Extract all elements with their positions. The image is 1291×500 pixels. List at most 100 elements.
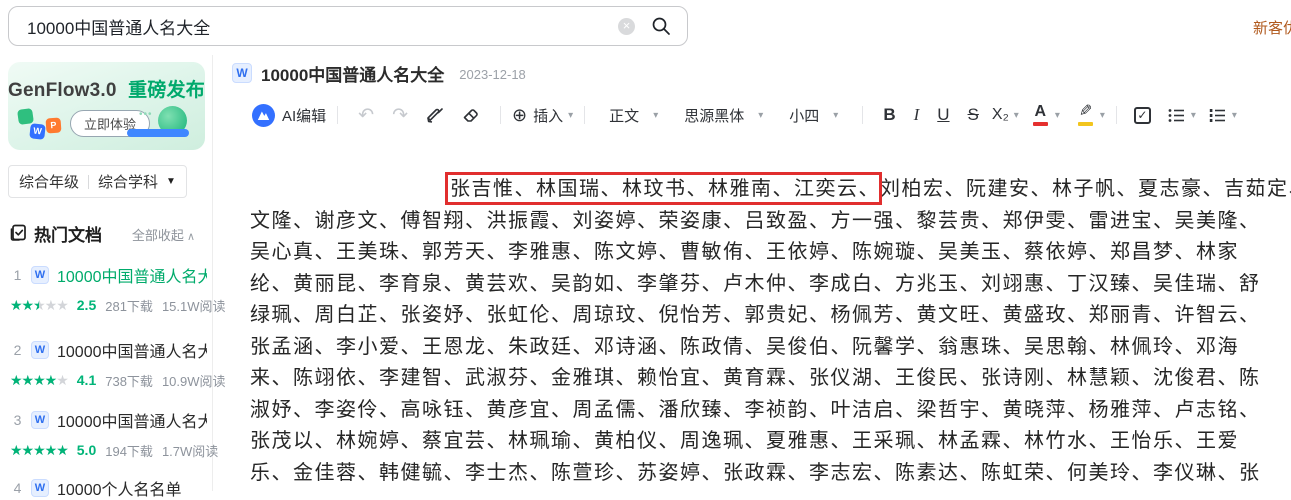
banner-highlight: 重磅发布 (128, 80, 205, 101)
underline-button[interactable]: U (937, 105, 949, 125)
banner-title: GenFlow3.0 重磅发布 (8, 75, 205, 102)
ppt-tile-icon: P (45, 117, 61, 133)
caret-down-icon: ▾ (1100, 110, 1105, 121)
doc-title-link[interactable]: 10000中国普通人名大… (57, 408, 207, 432)
banner-product-name: GenFlow3.0 (8, 80, 117, 101)
format-painter-icon[interactable] (425, 105, 445, 125)
subscript-button[interactable]: X₂ ▾ (992, 106, 1019, 124)
rank-number: 3 (12, 412, 23, 428)
font-family-select[interactable]: 思源黑体 ▾ (684, 105, 763, 126)
doc-rating-row: ★★★★★★★★★★ 2.5 281下载 15.1W阅读 (10, 296, 210, 314)
toolbar-divider (584, 106, 585, 124)
task-list-button[interactable]: ✓ (1134, 107, 1151, 124)
font-color-button[interactable]: A ▾ (1023, 104, 1060, 126)
promo-link[interactable]: 新客优惠 (1253, 17, 1291, 38)
collapse-caret-icon: ∧ (187, 231, 195, 243)
content-line: 张茂以、林婉婷、蔡宜芸、林珮瑜、黄柏仪、周逸珮、夏雅惠、王采珮、林孟霖、林竹水、… (250, 426, 1291, 458)
caret-down-icon: ▾ (1055, 110, 1060, 121)
rating-value: 4.1 (77, 372, 96, 388)
doc-rating-row: ★★★★★★★★★★ 5.0 194下载 1.7W阅读 (10, 441, 210, 459)
content-line: 纶、黄丽昆、李育泉、黄芸欢、吴韵如、李肇芬、卢木仲、李成白、方兆玉、刘翊惠、丁汉… (250, 269, 1291, 301)
doc-list-item[interactable]: 1 W 10000中国普通人名大全 (12, 264, 207, 286)
redo-icon[interactable]: ↷ (392, 104, 408, 127)
ai-edit-label: AI编辑 (282, 105, 326, 126)
download-count: 738下载 (105, 371, 153, 390)
main-panel: W 10000中国普通人名大全 2023-12-18 AI编辑 ↶ ↷ ⊕ 插入… (225, 55, 1291, 491)
star-rating: ★★★★★★★★★★ (10, 298, 68, 312)
italic-button[interactable]: I (914, 105, 920, 125)
doc-title-link[interactable]: 10000中国普通人名大全 (57, 263, 207, 287)
word-doc-icon: W (31, 479, 49, 497)
doc-list-item[interactable]: 3 W 10000中国普通人名大… (12, 409, 207, 431)
toolbar-divider (1116, 106, 1117, 124)
toolbar-divider (337, 106, 338, 124)
document-content[interactable]: 张吉惟、林国瑞、林玟书、林雅南、江奕云、刘柏宏、阮建安、林子帆、夏志豪、吉茹定、… (250, 174, 1291, 489)
eraser-icon[interactable] (461, 105, 481, 125)
content-text: 刘柏宏、阮建安、林子帆、夏志豪、吉茹定、李中冰、黄 (880, 178, 1291, 200)
collapse-all-label: 全部收起 (132, 228, 184, 243)
ai-edit-button[interactable]: AI编辑 (252, 104, 326, 127)
toolbar-divider (500, 106, 501, 124)
doc-title-link[interactable]: 10000中国普通人名大全 (57, 338, 207, 362)
read-count: 15.1W阅读 (162, 296, 226, 315)
download-count: 281下载 (105, 296, 153, 315)
font-size-value: 小四 (789, 105, 819, 126)
doc-title-link[interactable]: 10000个人名名单 (57, 476, 182, 500)
content-line: 绿珮、周白芷、张姿妤、张虹伦、周琼玟、倪怡芳、郭贵妃、杨佩芳、黄文旺、黄盛玫、郑… (250, 300, 1291, 332)
download-count: 194下载 (105, 441, 153, 460)
rank-number: 4 (12, 480, 23, 496)
plus-circle-icon: ⊕ (512, 105, 527, 126)
paragraph-style-value: 正文 (609, 105, 639, 126)
content-line: 文隆、谢彦文、傅智翔、洪振霞、刘姿婷、荣姿康、吕致盈、方一强、黎芸贵、郑伊雯、雷… (250, 206, 1291, 238)
insert-button[interactable]: ⊕ 插入 ▾ (512, 105, 573, 126)
read-count: 1.7W阅读 (162, 441, 218, 460)
speech-dots-icon: ••• (139, 109, 153, 120)
editor-toolbar: AI编辑 ↶ ↷ ⊕ 插入 ▾ 正文 ▾ 思源黑体 ▾ 小四 ▾ B (225, 96, 1291, 134)
toolbar-divider (862, 106, 863, 124)
word-doc-icon: W (232, 63, 252, 83)
numbered-list-button[interactable]: ▾ (1208, 106, 1237, 125)
undo-icon[interactable]: ↶ (358, 104, 374, 127)
search-bar[interactable]: × (8, 6, 688, 46)
word-tile-icon: W (29, 123, 45, 139)
genflow-banner[interactable]: GenFlow3.0 重磅发布 W P 立即体验 ••• (8, 62, 205, 150)
search-input[interactable] (27, 16, 618, 36)
document-date: 2023-12-18 (459, 67, 526, 82)
doc-list-item[interactable]: 4 W 10000个人名名单 (12, 477, 207, 499)
doc-rating-row: ★★★★★★★★★★ 4.1 738下载 10.9W阅读 (10, 371, 210, 389)
collapse-all-button[interactable]: 全部收起∧ (132, 225, 195, 244)
font-family-value: 思源黑体 (684, 105, 744, 126)
grade-filter-label: 综合年级 (19, 171, 79, 192)
ai-logo-icon (252, 104, 275, 127)
rank-number: 1 (12, 267, 23, 283)
document-title: 10000中国普通人名大全 (261, 61, 444, 86)
caret-down-icon: ▾ (1014, 110, 1019, 121)
highlight-color-button[interactable]: ✎ ▾ (1068, 104, 1105, 126)
content-line: 乐、金佳蓉、韩健毓、李士杰、陈萱珍、苏姿婷、张政霖、李志宏、陈素达、陈虹荣、何美… (250, 458, 1291, 490)
excel-tile-icon (17, 108, 34, 125)
category-filter-dropdown[interactable]: 综合年级 综合学科 ▼ (8, 165, 187, 198)
highlight-box: 张吉惟、林国瑞、林玟书、林雅南、江奕云、 (450, 178, 880, 200)
bullet-list-button[interactable]: ▾ (1167, 106, 1196, 125)
bold-button[interactable]: B (883, 105, 895, 125)
top-bar: × 新客优惠 (0, 0, 1291, 55)
font-size-select[interactable]: 小四 ▾ (789, 105, 838, 126)
highlighted-names: 张吉惟、林国瑞、林玟书、林雅南、江奕云、 (450, 178, 880, 200)
rating-value: 5.0 (77, 442, 96, 458)
search-icon[interactable] (651, 16, 671, 36)
subscript-label: X₂ (992, 106, 1009, 124)
word-doc-icon: W (31, 411, 49, 429)
hot-docs-icon (9, 223, 28, 247)
word-doc-icon: W (31, 266, 49, 284)
word-doc-icon: W (31, 341, 49, 359)
strikethrough-button[interactable]: S (968, 105, 979, 125)
doc-list-item[interactable]: 2 W 10000中国普通人名大全 (12, 339, 207, 361)
highlight-icon: ✎ (1078, 104, 1093, 126)
hot-docs-title: 热门文档 (34, 221, 102, 246)
filter-caret-icon: ▼ (166, 176, 176, 187)
clear-search-icon[interactable]: × (618, 18, 635, 35)
caret-down-icon: ▾ (1191, 110, 1196, 121)
paragraph-style-select[interactable]: 正文 ▾ (609, 105, 658, 126)
content-line: 淑妤、李姿伶、高咏钰、黄彦宜、周孟儒、潘欣臻、李祯韵、叶洁启、梁哲宇、黄晓萍、杨… (250, 395, 1291, 427)
caret-down-icon: ▾ (833, 110, 838, 121)
